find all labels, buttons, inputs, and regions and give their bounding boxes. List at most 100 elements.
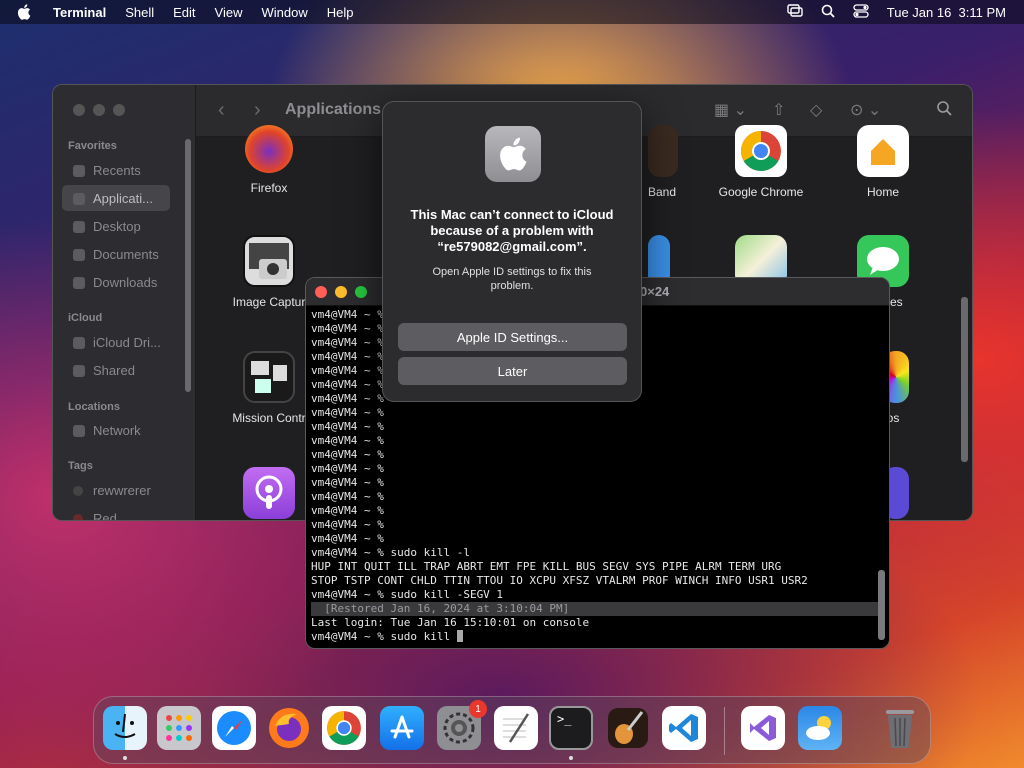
app-firefox[interactable]: Firefox bbox=[214, 125, 324, 195]
share-icon[interactable]: ⇧ bbox=[772, 100, 785, 120]
terminal-line: vm4@VM4 ~ % bbox=[311, 532, 384, 545]
terminal-line: vm4@VM4 ~ % bbox=[311, 406, 384, 419]
app-label: Mission Contr bbox=[232, 411, 306, 425]
garageband-dock-icon[interactable] bbox=[606, 706, 650, 750]
image-capture-icon bbox=[243, 235, 295, 287]
dock: 1 >_ bbox=[93, 696, 931, 764]
finder-traffic-lights bbox=[73, 104, 125, 116]
sidebar-header-locations: Locations bbox=[68, 401, 120, 413]
recents-icon bbox=[73, 165, 85, 177]
menu-app-name[interactable]: Terminal bbox=[53, 5, 106, 20]
chrome-icon bbox=[735, 125, 787, 177]
finder-icon[interactable] bbox=[103, 706, 147, 750]
applications-icon bbox=[73, 193, 85, 205]
menu-view[interactable]: View bbox=[215, 5, 243, 20]
terminal-last-login: Last login: Tue Jan 16 15:10:01 on conso… bbox=[311, 616, 590, 629]
shared-icon bbox=[73, 365, 85, 377]
terminal-icon[interactable]: >_ bbox=[549, 706, 593, 750]
terminal-restored-banner: [Restored Jan 16, 2024 at 3:10:04 PM] bbox=[311, 602, 881, 616]
terminal-traffic-lights bbox=[315, 286, 367, 298]
sidebar-item-downloads[interactable]: Downloads bbox=[93, 275, 157, 290]
terminal-zoom-button[interactable] bbox=[355, 286, 367, 298]
tag-icon[interactable]: ◇ bbox=[810, 100, 822, 120]
screen-mirroring-icon[interactable] bbox=[787, 4, 803, 20]
forward-chevron-icon[interactable]: › bbox=[254, 99, 261, 122]
app-google-chrome[interactable]: Google Chrome bbox=[706, 125, 816, 199]
terminal-minimize-button[interactable] bbox=[335, 286, 347, 298]
terminal-line: HUP INT QUIT ILL TRAP ABRT EMT FPE KILL … bbox=[311, 560, 782, 573]
app-label: Image Captur bbox=[232, 295, 306, 309]
sidebar-item-applications[interactable]: Applicati... bbox=[93, 191, 153, 206]
settings-notification-badge: 1 bbox=[469, 700, 487, 718]
menu-window[interactable]: Window bbox=[262, 5, 308, 20]
sidebar-header-tags: Tags bbox=[68, 460, 93, 472]
icloud-alert-dialog: This Mac can’t connect to iCloud because… bbox=[382, 101, 642, 402]
textedit-icon[interactable] bbox=[494, 706, 538, 750]
vscode-icon[interactable] bbox=[662, 706, 706, 750]
terminal-line: vm4@VM4 ~ % bbox=[311, 504, 384, 517]
app-store-icon[interactable] bbox=[380, 706, 424, 750]
sidebar-item-recents[interactable]: Recents bbox=[93, 163, 141, 178]
visual-studio-icon[interactable] bbox=[741, 706, 785, 750]
firefox-icon bbox=[245, 125, 293, 173]
garageband-icon bbox=[648, 125, 678, 177]
icloud-drive-icon bbox=[73, 337, 85, 349]
sidebar-item-desktop[interactable]: Desktop bbox=[93, 219, 141, 234]
terminal-title: 0×24 bbox=[640, 284, 670, 299]
menu-shell[interactable]: Shell bbox=[125, 5, 154, 20]
menu-help[interactable]: Help bbox=[327, 5, 354, 20]
control-center-icon[interactable] bbox=[853, 3, 869, 21]
menu-bar: Terminal Shell Edit View Window Help Tue… bbox=[0, 0, 1024, 24]
apple-menu-icon[interactable] bbox=[17, 4, 37, 20]
menu-edit[interactable]: Edit bbox=[173, 5, 195, 20]
sidebar-scrollbar[interactable] bbox=[185, 139, 191, 392]
finder-zoom-button[interactable] bbox=[113, 104, 125, 116]
back-chevron-icon[interactable]: ‹ bbox=[218, 99, 225, 122]
more-actions-icon[interactable]: ⊙ ⌄ bbox=[850, 100, 881, 120]
app-label: Firefox bbox=[250, 181, 288, 195]
dialog-title: This Mac can’t connect to iCloud because… bbox=[410, 207, 614, 254]
sidebar-item-tag-rewwrerer[interactable]: rewwrerer bbox=[93, 483, 151, 498]
sidebar-item-tag-red[interactable]: Red bbox=[93, 511, 117, 520]
app-label: Google Chrome bbox=[718, 185, 804, 199]
terminal-line: vm4@VM4 ~ % bbox=[311, 518, 384, 531]
terminal-line: vm4@VM4 ~ % sudo kill -l bbox=[311, 546, 470, 559]
sidebar-item-icloud-drive[interactable]: iCloud Dri... bbox=[93, 335, 161, 350]
weather-icon[interactable] bbox=[798, 706, 842, 750]
terminal-close-button[interactable] bbox=[315, 286, 327, 298]
finder-search-icon[interactable] bbox=[936, 100, 952, 121]
trash-icon[interactable] bbox=[878, 706, 922, 750]
sidebar-item-documents[interactable]: Documents bbox=[93, 247, 159, 262]
search-icon[interactable] bbox=[821, 4, 835, 21]
terminal-line: vm4@VM4 ~ % bbox=[311, 476, 384, 489]
safari-icon[interactable] bbox=[212, 706, 256, 750]
downloads-icon bbox=[73, 277, 85, 289]
menu-clock[interactable]: Tue Jan 16 3:11 PM bbox=[887, 5, 1006, 20]
finder-minimize-button[interactable] bbox=[93, 104, 105, 116]
network-icon bbox=[73, 425, 85, 437]
firefox-dock-icon[interactable] bbox=[267, 706, 311, 750]
sidebar-item-shared[interactable]: Shared bbox=[93, 363, 135, 378]
launchpad-icon[interactable] bbox=[157, 706, 201, 750]
mission-control-icon bbox=[243, 351, 295, 403]
app-label: Home bbox=[866, 185, 899, 199]
dialog-message: Open Apple ID settings to fix this probl… bbox=[432, 266, 592, 292]
apple-id-settings-button[interactable]: Apple ID Settings... bbox=[398, 323, 627, 351]
red-tag-dot-icon bbox=[73, 514, 83, 520]
sidebar-item-network[interactable]: Network bbox=[93, 423, 141, 438]
terminal-prompt: vm4@VM4 ~ % sudo kill bbox=[311, 630, 457, 643]
app-home[interactable]: Home bbox=[828, 125, 938, 199]
system-settings-icon[interactable]: 1 bbox=[437, 700, 487, 750]
view-grid-icon[interactable]: ▦ ⌄ bbox=[714, 100, 747, 120]
terminal-line: vm4@VM4 ~ % bbox=[311, 462, 384, 475]
finder-scrollbar[interactable] bbox=[961, 297, 968, 462]
later-button[interactable]: Later bbox=[398, 357, 627, 385]
home-icon bbox=[857, 125, 909, 177]
terminal-cursor bbox=[456, 630, 463, 642]
finder-title: Applications bbox=[285, 101, 382, 118]
finder-sidebar: Favorites Recents Applicati... Desktop D… bbox=[53, 85, 196, 520]
chrome-dock-icon[interactable] bbox=[322, 706, 366, 750]
terminal-scrollbar[interactable] bbox=[878, 570, 885, 640]
terminal-line: vm4@VM4 ~ % bbox=[311, 448, 384, 461]
finder-close-button[interactable] bbox=[73, 104, 85, 116]
